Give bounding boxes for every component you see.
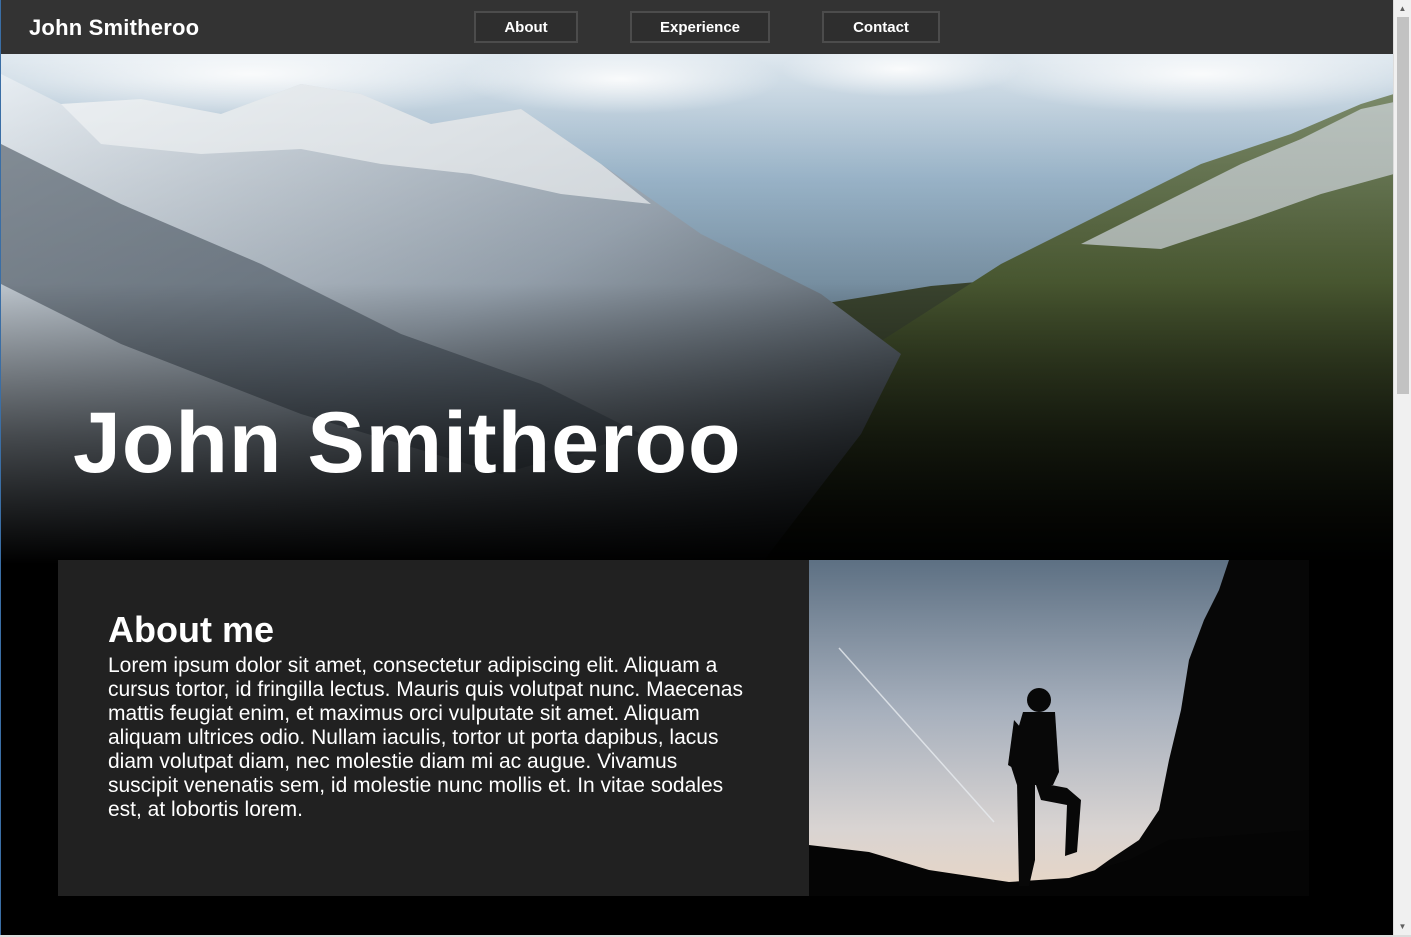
about-panel: About me Lorem ipsum dolor sit amet, con… — [58, 560, 809, 896]
nav-contact-button[interactable]: Contact — [822, 11, 940, 43]
top-navbar: John Smitheroo About Experience Contact — [1, 0, 1393, 54]
hero-banner: John Smitheroo — [1, 54, 1393, 564]
scroll-up-arrow-icon[interactable]: ▲ — [1394, 0, 1411, 17]
scrollbar-thumb[interactable] — [1397, 17, 1409, 394]
scroll-down-arrow-icon[interactable]: ▼ — [1394, 918, 1411, 935]
vertical-scrollbar[interactable]: ▲ ▼ — [1393, 0, 1411, 937]
nav-experience-button[interactable]: Experience — [630, 11, 770, 43]
nav-about-button[interactable]: About — [474, 11, 578, 43]
about-body-text: Lorem ipsum dolor sit amet, consectetur … — [108, 654, 743, 821]
hero-title: John Smitheroo — [73, 395, 742, 491]
page-viewport: John Smitheroo About Experience Contact — [0, 0, 1393, 935]
about-heading: About me — [108, 609, 274, 650]
brand-name[interactable]: John Smitheroo — [29, 15, 199, 41]
hiker-silhouette-image — [809, 560, 1309, 896]
